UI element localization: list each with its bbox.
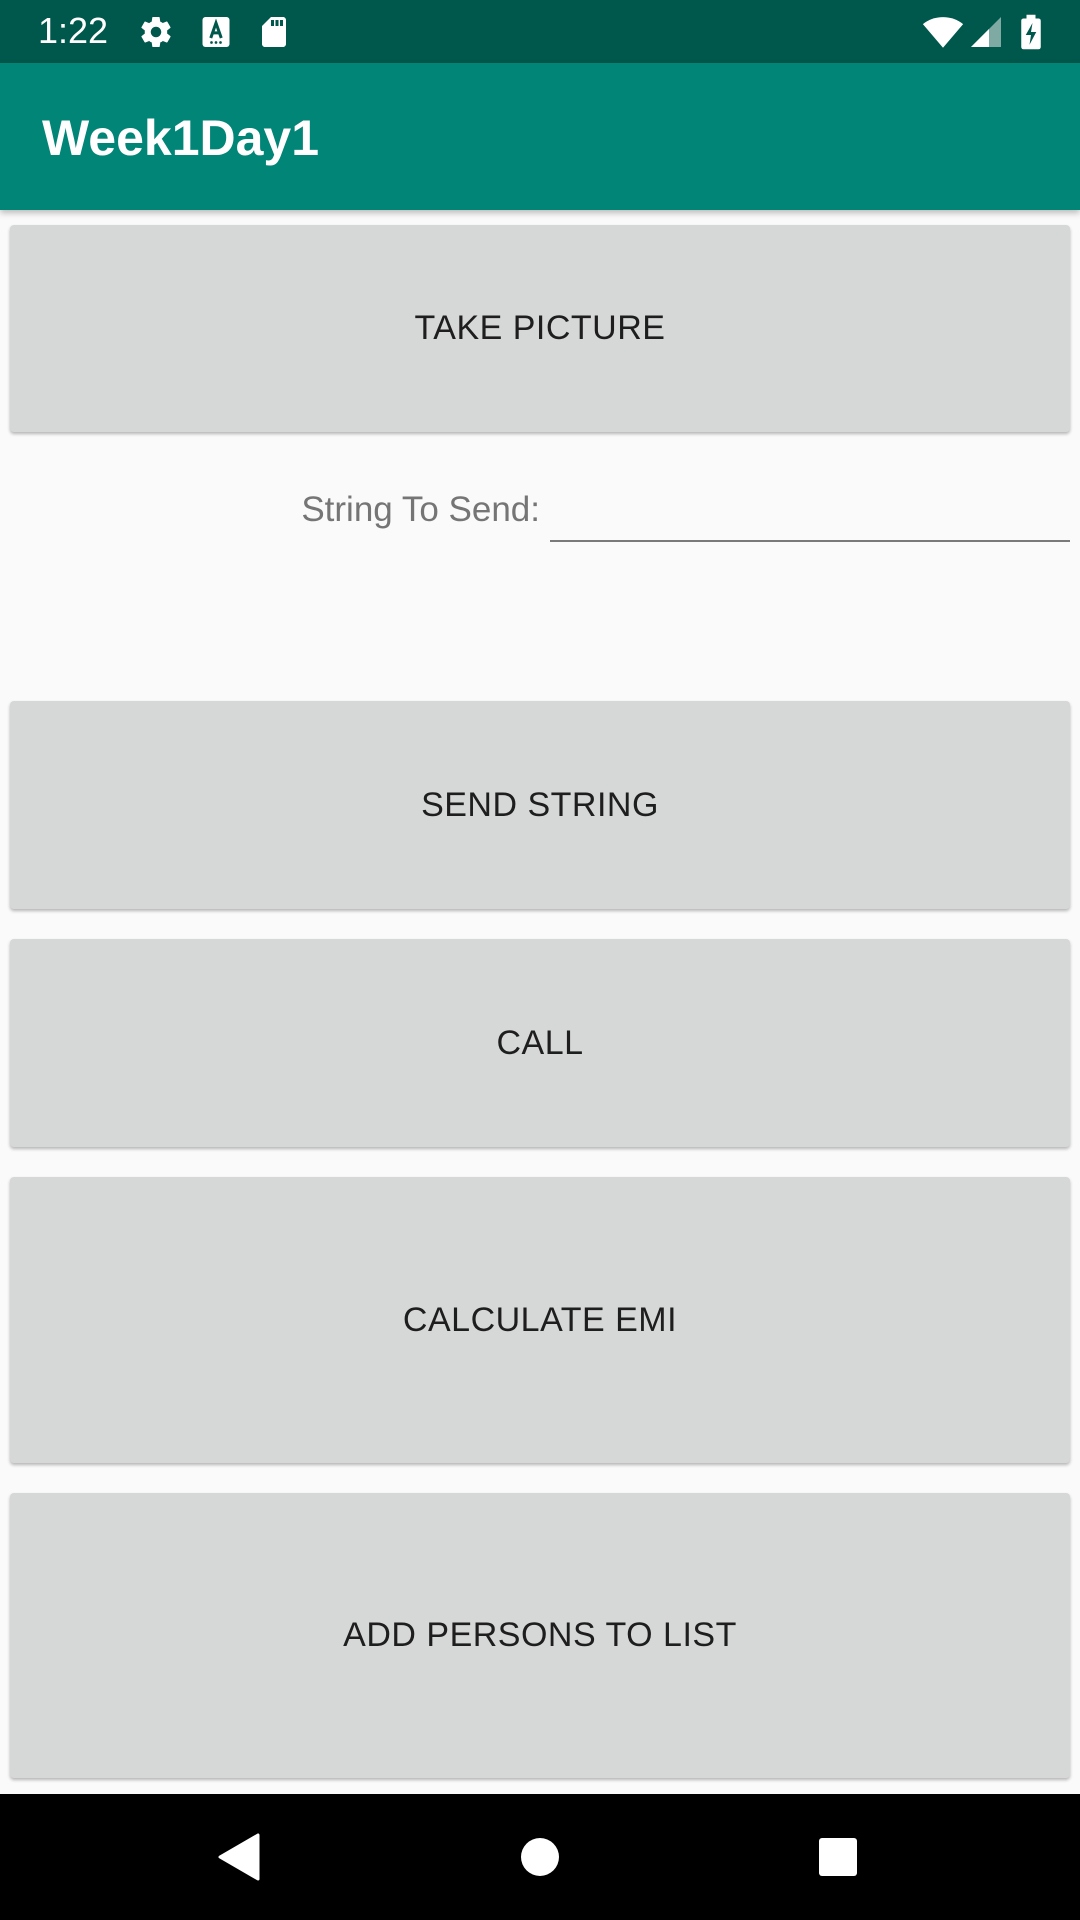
send-string-label: SEND STRING (421, 785, 659, 824)
home-icon[interactable] (510, 1827, 570, 1887)
a-keyboard-icon (198, 14, 234, 50)
take-picture-label: TAKE PICTURE (414, 309, 666, 347)
calculate-emi-label: CALCULATE EMI (402, 1300, 678, 1339)
wifi-icon (922, 14, 964, 50)
navigation-bar (0, 1794, 1080, 1920)
status-bar: 1:22 (0, 0, 1080, 63)
call-label: CALL (496, 1023, 584, 1062)
status-time: 1:22 (38, 10, 109, 51)
calculate-emi-button[interactable]: CALCULATE EMI (10, 1177, 1070, 1463)
gear-icon (138, 14, 174, 50)
add-persons-to-list-button[interactable]: ADD PERSONS TO LIST (10, 1493, 1070, 1778)
recents-icon[interactable] (808, 1827, 868, 1887)
send-string-button[interactable]: SEND STRING (10, 701, 1070, 909)
app-title: Week1Day1 (42, 110, 320, 166)
app-bar: Week1Day1 (0, 63, 1080, 210)
screen: 1:22 Week1Day1 TAKE PICTURE String To Se… (0, 0, 1080, 1920)
back-icon[interactable] (209, 1827, 269, 1887)
cell-signal-icon (968, 14, 1004, 50)
take-picture-button[interactable]: TAKE PICTURE (10, 225, 1070, 432)
battery-charging-icon (1016, 14, 1046, 50)
add-persons-label: ADD PERSONS TO LIST (343, 1616, 737, 1654)
string-to-send-input[interactable] (550, 478, 1070, 542)
call-button[interactable]: CALL (10, 939, 1070, 1147)
sd-card-icon (256, 14, 292, 50)
string-to-send-label: String To Send: (301, 490, 540, 529)
